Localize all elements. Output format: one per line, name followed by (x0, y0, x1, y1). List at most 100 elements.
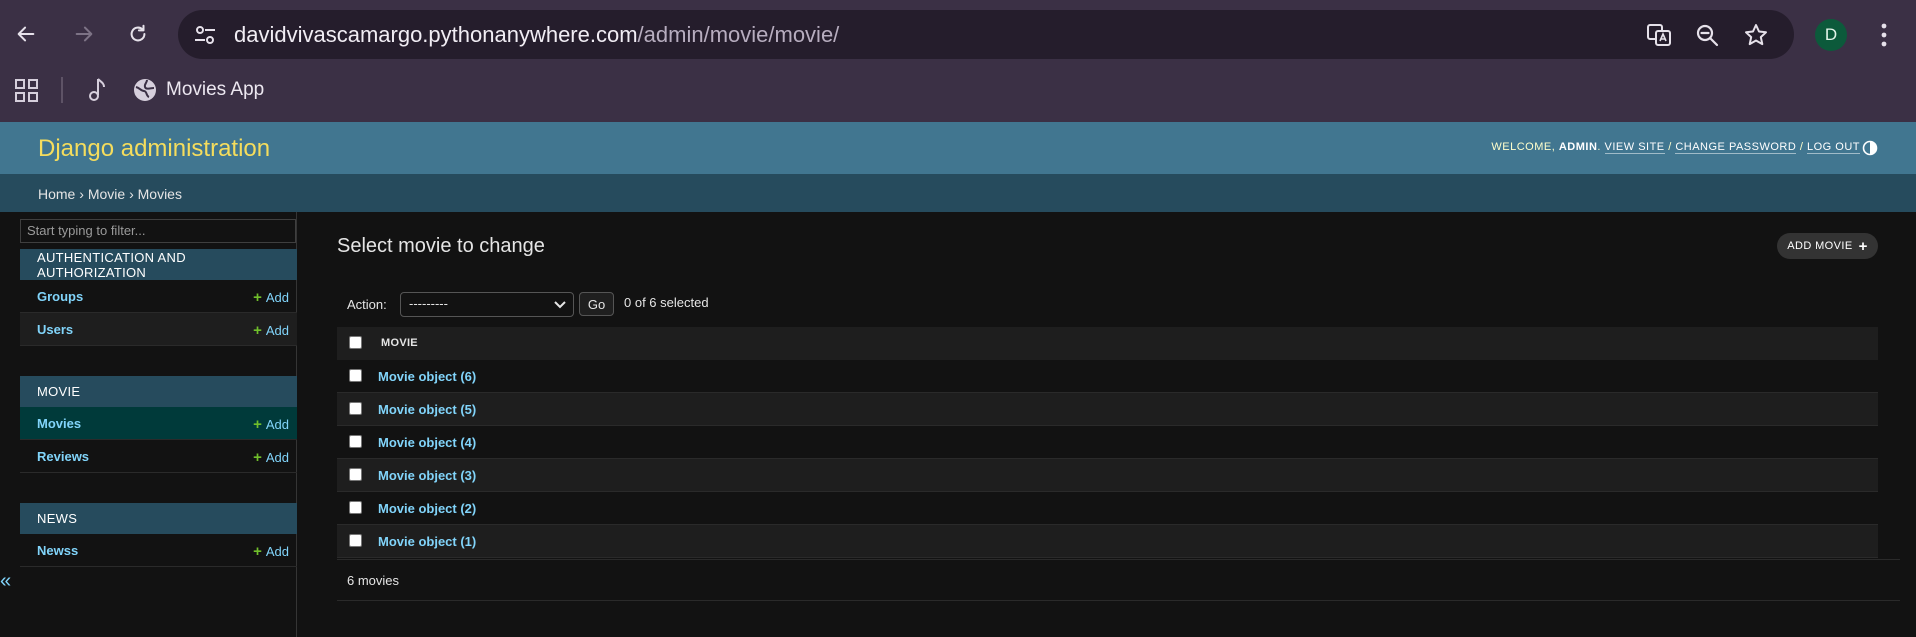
sidebar-item-users[interactable]: Users + Add (20, 313, 297, 346)
action-select[interactable]: --------- (400, 292, 574, 317)
view-site-link[interactable]: View site (1604, 141, 1665, 154)
sidebar-item-groups[interactable]: Groups + Add (20, 280, 297, 313)
site-settings-icon[interactable] (192, 22, 218, 48)
row-checkbox[interactable] (349, 501, 362, 514)
model-link-reviews[interactable]: Reviews (37, 449, 89, 464)
model-link-users[interactable]: Users (37, 322, 73, 337)
plus-icon: + (253, 416, 262, 433)
profile-avatar[interactable]: D (1815, 19, 1847, 51)
bookmarks-separator (61, 77, 63, 103)
url-host: davidvivascamargo.pythonanywhere.com (234, 22, 638, 47)
add-groups-link[interactable]: + Add (253, 289, 289, 306)
add-newss-link[interactable]: + Add (253, 543, 289, 560)
site-brand[interactable]: Django administration (38, 135, 270, 163)
go-button[interactable]: Go (579, 292, 614, 316)
row-checkbox[interactable] (349, 435, 362, 448)
breadcrumb-bar (0, 174, 1916, 212)
add-label: Add (265, 450, 289, 465)
music-note-icon[interactable] (84, 76, 110, 104)
sidebar-collapse-button[interactable]: « (0, 570, 18, 594)
change-password-link[interactable]: Change password (1675, 141, 1797, 154)
apps-grid-icon[interactable] (14, 78, 40, 104)
table-row: Movie object (6) (337, 360, 1878, 393)
arrow-left-icon (17, 26, 35, 42)
plus-icon: + (253, 449, 262, 466)
sidebar-item-reviews[interactable]: Reviews + Add (20, 440, 297, 473)
row-link[interactable]: Movie object (2) (378, 501, 476, 516)
globe-icon[interactable] (132, 77, 158, 103)
model-link-movies[interactable]: Movies (37, 416, 81, 431)
breadcrumb-separator: › (79, 186, 84, 202)
add-label: Add (265, 290, 289, 305)
add-label: Add (265, 544, 289, 559)
table-row: Movie object (1) (337, 525, 1878, 558)
address-bar[interactable]: davidvivascamargo.pythonanywhere.com/adm… (178, 10, 1794, 59)
table-row: Movie object (3) (337, 459, 1878, 492)
add-users-link[interactable]: + Add (253, 322, 289, 339)
module-caption-auth[interactable]: AUTHENTICATION AND AUTHORIZATION (20, 249, 297, 280)
row-link[interactable]: Movie object (6) (378, 369, 476, 384)
row-checkbox[interactable] (349, 534, 362, 547)
more-options-icon[interactable] (1872, 18, 1896, 52)
breadcrumb: Home › Movie › Movies (38, 186, 182, 202)
row-link[interactable]: Movie object (1) (378, 534, 476, 549)
nav-filter-input[interactable]: Start typing to filter... (20, 219, 296, 243)
breadcrumb-home[interactable]: Home (38, 186, 75, 202)
action-label: Action: (347, 297, 387, 312)
profile-initial: D (1824, 25, 1838, 44)
row-checkbox[interactable] (349, 402, 362, 415)
add-movie-label: Add movie (1787, 240, 1853, 252)
result-count: 6 movies (347, 573, 400, 588)
row-link[interactable]: Movie object (3) (378, 468, 476, 483)
row-link[interactable]: Movie object (5) (378, 402, 476, 417)
breadcrumb-separator: › (129, 186, 134, 202)
chevron-down-icon (554, 301, 566, 309)
table-row: Movie object (2) (337, 492, 1878, 525)
row-checkbox[interactable] (349, 468, 362, 481)
back-button[interactable] (8, 16, 44, 52)
welcome-text: Welcome, (1491, 141, 1556, 153)
paginator: 6 movies (337, 559, 1900, 601)
bookmark-star-icon[interactable] (1743, 22, 1769, 48)
row-checkbox[interactable] (349, 369, 362, 382)
add-label: Add (265, 417, 289, 432)
breadcrumb-app[interactable]: Movie (88, 186, 125, 202)
add-movies-link[interactable]: + Add (253, 416, 289, 433)
reload-button[interactable] (120, 16, 156, 52)
zoom-out-icon[interactable] (1694, 22, 1720, 48)
model-link-newss[interactable]: Newss (37, 543, 78, 558)
plus-icon: + (253, 322, 262, 339)
reload-icon (130, 24, 146, 42)
page-title: Select movie to change (337, 235, 545, 257)
plus-icon: + (253, 543, 262, 560)
table-row: Movie object (4) (337, 426, 1878, 459)
arrow-right-icon (75, 26, 93, 42)
url-text[interactable]: davidvivascamargo.pythonanywhere.com/adm… (234, 22, 839, 48)
log-out-link[interactable]: Log out (1806, 141, 1860, 154)
theme-toggle-icon[interactable] (1862, 140, 1878, 156)
plus-icon: + (1858, 237, 1868, 255)
sidebar-item-newss[interactable]: Newss + Add (20, 534, 297, 567)
add-label: Add (265, 323, 289, 338)
add-movie-button[interactable]: Add movie + (1777, 233, 1878, 259)
sidebar-item-movies[interactable]: Movies + Add (20, 407, 297, 440)
select-all-checkbox[interactable] (349, 336, 362, 349)
row-link[interactable]: Movie object (4) (378, 435, 476, 450)
breadcrumb-current: Movies (137, 186, 182, 202)
url-path: /admin/movie/movie/ (637, 22, 840, 47)
username: admin (1558, 141, 1598, 153)
module-caption-movie[interactable]: MOVIE (20, 376, 297, 407)
forward-button[interactable] (66, 16, 102, 52)
bookmark-movies-app[interactable]: Movies App (166, 79, 264, 101)
plus-icon: + (253, 289, 262, 306)
table-header: Movie (337, 327, 1878, 360)
column-header-movie[interactable]: Movie (381, 337, 418, 349)
user-tools: Welcome, admin. View site / Change passw… (1491, 141, 1860, 154)
model-link-groups[interactable]: Groups (37, 289, 83, 304)
selected-count: 0 of 6 selected (624, 295, 709, 310)
translate-icon[interactable] (1646, 22, 1672, 48)
table-row: Movie object (5) (337, 393, 1878, 426)
action-selected-value: --------- (409, 296, 448, 311)
module-caption-news[interactable]: NEWS (20, 503, 297, 534)
add-reviews-link[interactable]: + Add (253, 449, 289, 466)
